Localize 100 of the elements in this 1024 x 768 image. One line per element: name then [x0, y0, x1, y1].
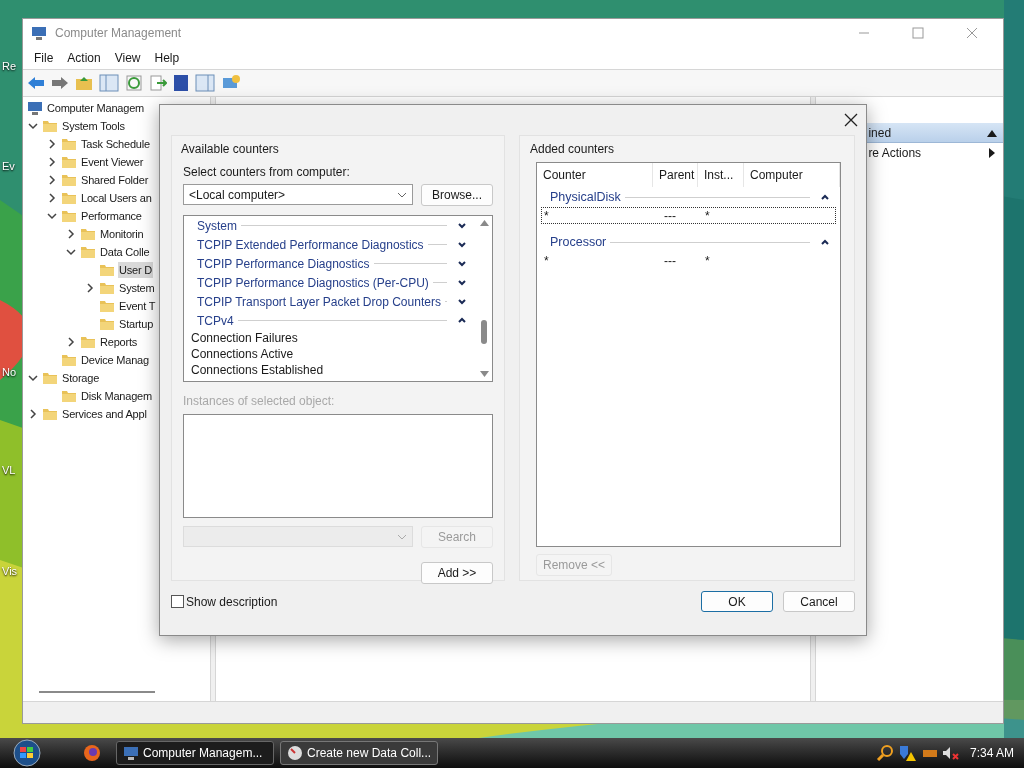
clock: 7:34 AM [969, 745, 1014, 762]
group-name[interactable]: Processor [550, 232, 607, 252]
counter-item[interactable]: Connection Failures [191, 329, 298, 347]
chevron-right-icon[interactable] [65, 336, 77, 348]
magnifier-icon[interactable] [875, 744, 894, 762]
chevron-down-icon[interactable] [27, 120, 39, 132]
counter-list[interactable] [183, 215, 493, 382]
desktop-icon-label[interactable]: Re [2, 58, 17, 75]
scroll-thumb[interactable] [481, 320, 487, 344]
scroll-down-arrow-icon[interactable] [480, 371, 489, 377]
tree-item[interactable]: Monitorin [99, 225, 145, 243]
window-title: Computer Management [55, 25, 183, 42]
folder-icon [61, 136, 77, 152]
menu-item[interactable]: File [27, 47, 61, 69]
browse-button[interactable]: Browse... [421, 184, 493, 206]
ok-button[interactable]: OK [701, 591, 773, 612]
folder-up-icon[interactable] [75, 75, 93, 91]
menu-item[interactable]: Help [147, 47, 187, 69]
scroll-up-arrow-icon[interactable] [480, 220, 489, 226]
group-name[interactable]: PhysicalDisk [550, 187, 621, 207]
chevron-right-icon[interactable] [46, 156, 58, 168]
object-name[interactable]: System [197, 216, 237, 235]
chevron-down-icon[interactable] [457, 240, 467, 249]
object-name[interactable]: TCPIP Performance Diagnostics (Per-CPU) [197, 273, 429, 292]
tree-item[interactable]: System [118, 279, 156, 297]
cancel-button[interactable]: Cancel [783, 591, 855, 612]
tree-item[interactable]: Startup [118, 315, 155, 333]
tree-item[interactable]: User D [118, 261, 154, 279]
object-name[interactable]: TCPv4 [197, 311, 234, 330]
folder-icon [61, 388, 77, 404]
chevron-right-icon[interactable] [27, 408, 39, 420]
chevron-down-icon[interactable] [46, 210, 58, 222]
object-name[interactable]: TCPIP Extended Performance Diagnostics [197, 235, 424, 254]
folder-icon [42, 118, 58, 134]
chevron-up-icon[interactable] [820, 192, 830, 202]
taskbar-button[interactable]: Computer Managem... [116, 741, 274, 765]
action-link[interactable]: re Actions [868, 144, 989, 162]
chevron-up-icon[interactable] [457, 316, 467, 325]
folder-icon [80, 244, 96, 260]
chevron-down-icon[interactable] [457, 278, 467, 287]
instances-list[interactable] [183, 414, 493, 518]
close-icon[interactable] [844, 113, 858, 127]
folder-icon [99, 316, 115, 332]
back-arrow-icon[interactable] [27, 75, 45, 91]
warning-shield-icon[interactable] [897, 744, 918, 762]
collapse-triangle-icon[interactable] [987, 128, 997, 137]
tree-item[interactable]: Storage [61, 369, 101, 387]
folder-icon [99, 280, 115, 296]
chevron-down-icon[interactable] [457, 259, 467, 268]
tree-item[interactable]: Task Schedule [80, 135, 151, 153]
tree-item[interactable]: Disk Managem [80, 387, 153, 405]
column-header[interactable]: Counter [537, 163, 653, 187]
add-button[interactable]: Add >> [421, 562, 493, 584]
folder-icon [80, 226, 96, 242]
folder-icon [61, 154, 77, 170]
tree-item[interactable]: Computer Managem [46, 99, 146, 117]
chevron-right-icon[interactable] [46, 138, 58, 150]
chevron-right-icon[interactable] [65, 228, 77, 240]
tree-item[interactable]: Performance [80, 207, 143, 225]
computer-dropdown[interactable]: <Local computer> [183, 184, 413, 205]
tree-item[interactable]: Event T [118, 297, 157, 315]
chevron-down-icon[interactable] [457, 221, 467, 230]
desktop-icon-label[interactable]: Ev [2, 158, 15, 175]
gauge-icon [287, 745, 303, 761]
tree-item[interactable]: Event Viewer [80, 153, 145, 171]
submenu-arrow-icon[interactable] [989, 148, 995, 158]
tree-item[interactable]: Data Colle [99, 243, 151, 261]
column-header[interactable]: Inst... [698, 163, 744, 187]
firefox-icon[interactable] [82, 743, 102, 763]
tree-item[interactable]: Services and Appl [61, 405, 148, 423]
object-name[interactable]: TCPIP Transport Layer Packet Drop Counters [197, 292, 441, 311]
menu-item[interactable]: View [107, 47, 148, 69]
chevron-right-icon[interactable] [84, 282, 96, 294]
checkbox[interactable] [171, 595, 184, 608]
counter-row[interactable]: * --- * [541, 207, 836, 224]
column-header[interactable]: Parent [653, 163, 698, 187]
refresh-icon[interactable] [125, 75, 143, 91]
tree-item[interactable]: Device Manag [80, 351, 150, 369]
counter-item[interactable]: Connections Active [191, 345, 294, 363]
menu-item[interactable]: Action [60, 47, 108, 69]
chevron-down-icon[interactable] [65, 246, 77, 258]
counter-row[interactable]: * --- * [541, 252, 836, 269]
chevron-right-icon[interactable] [46, 174, 58, 186]
column-header[interactable]: Computer [744, 163, 840, 187]
folder-icon [80, 334, 96, 350]
chevron-right-icon[interactable] [46, 192, 58, 204]
export-icon[interactable] [149, 75, 167, 91]
tree-item[interactable]: Local Users an [80, 189, 153, 207]
volume-muted-icon[interactable] [941, 745, 960, 761]
checkbox-label[interactable]: Show description [186, 592, 278, 611]
forward-arrow-icon[interactable] [51, 75, 69, 91]
tree-item[interactable]: System Tools [61, 117, 126, 135]
chevron-up-icon[interactable] [820, 237, 830, 247]
tree-item[interactable]: Shared Folder [80, 171, 150, 189]
counter-item[interactable]: Connections Established [191, 361, 324, 379]
chevron-down-icon[interactable] [27, 372, 39, 384]
object-name[interactable]: TCPIP Performance Diagnostics [197, 254, 370, 273]
taskbar-button[interactable]: Create new Data Coll... [280, 741, 438, 765]
chevron-down-icon[interactable] [457, 297, 467, 306]
tree-item[interactable]: Reports [99, 333, 139, 351]
